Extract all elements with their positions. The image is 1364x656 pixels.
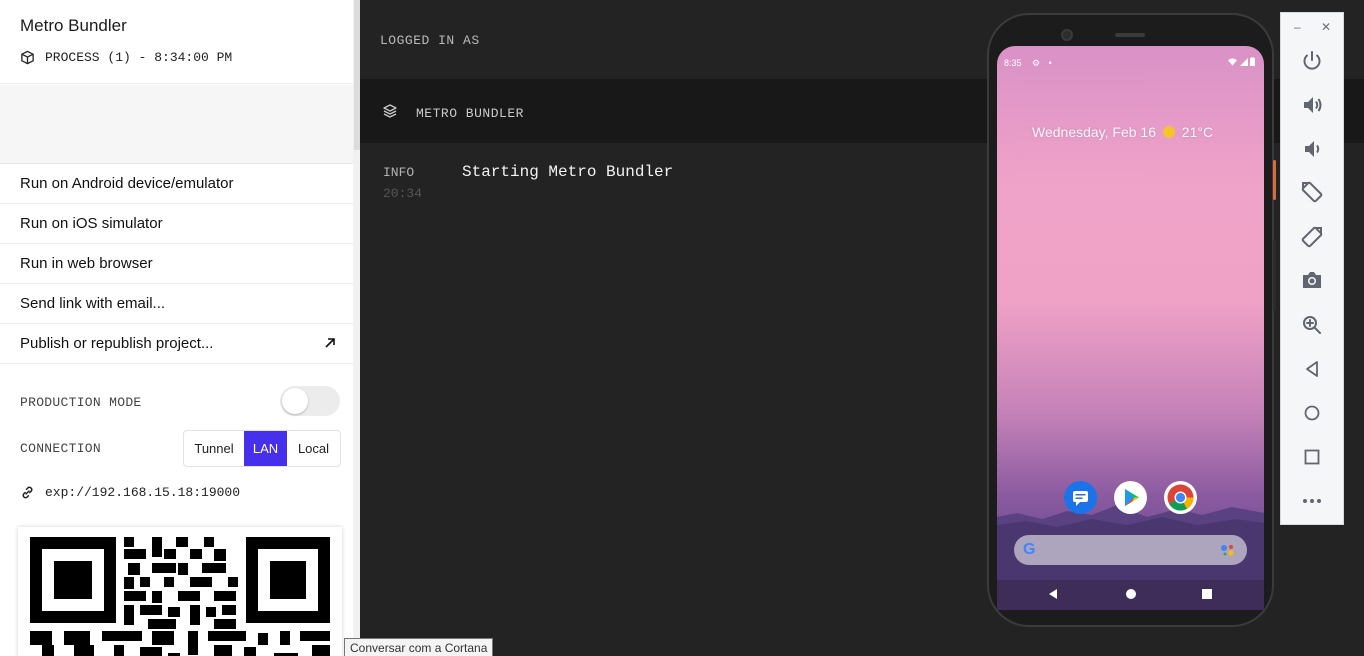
production-mode-label: PRODUCTION MODE bbox=[20, 395, 142, 410]
project-title: Metro Bundler bbox=[20, 16, 127, 35]
sun-cloud-icon bbox=[1162, 126, 1175, 138]
message-bubble-glyph bbox=[1073, 491, 1088, 506]
connection-tunnel-button[interactable]: Tunnel bbox=[184, 431, 244, 466]
nav-overview-icon[interactable] bbox=[1201, 588, 1213, 600]
camera-icon[interactable] bbox=[1300, 268, 1324, 292]
project-url[interactable]: exp://192.168.15.18:19000 bbox=[20, 485, 240, 500]
google-g-icon: G bbox=[1023, 541, 1036, 558]
volume-down-icon[interactable] bbox=[1300, 137, 1324, 161]
play-triangle-glyph bbox=[1125, 489, 1139, 506]
connection-local-button[interactable]: Local bbox=[287, 431, 340, 466]
rotate-left-icon[interactable] bbox=[1300, 180, 1324, 204]
settings-status-icon: ⚙ bbox=[1032, 58, 1041, 68]
status-bar-left: 8:35 ⚙ • bbox=[1004, 58, 1052, 69]
dot-status-icon: • bbox=[1048, 58, 1052, 68]
date-weather-widget[interactable]: Wednesday, Feb 16 21°C bbox=[1032, 124, 1213, 140]
connection-selector: Tunnel LAN Local bbox=[183, 430, 341, 467]
log-message: Starting Metro Bundler bbox=[462, 163, 674, 181]
run-ios-label: Run on iOS simulator bbox=[20, 215, 163, 232]
zoom-icon[interactable] bbox=[1300, 313, 1324, 337]
connection-label: CONNECTION bbox=[20, 441, 102, 456]
nav-home-icon[interactable] bbox=[1125, 588, 1137, 600]
connection-lan-button[interactable]: LAN bbox=[244, 431, 287, 466]
close-icon[interactable]: ✕ bbox=[1321, 20, 1331, 34]
layers-icon bbox=[383, 104, 397, 118]
phone-volume-keys[interactable] bbox=[1273, 240, 1276, 310]
wifi-icon bbox=[1228, 58, 1237, 66]
process-info: PROCESS (1) - 8:34:00 PM bbox=[20, 50, 232, 65]
signal-icon bbox=[1239, 58, 1248, 66]
run-web-button[interactable]: Run in web browser bbox=[0, 244, 360, 284]
send-link-button[interactable]: Send link with email... bbox=[0, 284, 360, 324]
publish-label: Publish or republish project... bbox=[20, 335, 214, 352]
more-icon[interactable] bbox=[1300, 489, 1324, 513]
external-arrow-icon bbox=[325, 338, 335, 348]
front-camera bbox=[1061, 29, 1073, 41]
send-link-label: Send link with email... bbox=[20, 295, 166, 312]
production-mode-toggle[interactable] bbox=[280, 386, 340, 416]
temperature-text: 21°C bbox=[1181, 124, 1214, 140]
back-icon[interactable] bbox=[1300, 357, 1324, 381]
qr-code-card bbox=[18, 527, 342, 656]
sidebar-header: Metro Bundler PROCESS (1) - 8:34:00 PM bbox=[0, 0, 353, 84]
volume-up-icon[interactable] bbox=[1300, 93, 1324, 117]
device-list-area bbox=[0, 85, 353, 164]
messages-icon[interactable] bbox=[1064, 481, 1097, 514]
link-icon bbox=[22, 486, 33, 499]
toggle-knob bbox=[282, 388, 308, 414]
run-web-label: Run in web browser bbox=[20, 255, 153, 272]
process-text: PROCESS (1) - 8:34:00 PM bbox=[45, 50, 233, 65]
rotate-right-icon[interactable] bbox=[1300, 225, 1324, 249]
run-ios-button[interactable]: Run on iOS simulator bbox=[0, 204, 360, 244]
overview-icon[interactable] bbox=[1300, 445, 1324, 469]
publish-button[interactable]: Publish or republish project... bbox=[0, 324, 360, 364]
log-timestamp: 20:34 bbox=[383, 186, 423, 201]
power-icon[interactable] bbox=[1300, 49, 1324, 73]
assistant-icon bbox=[1221, 545, 1234, 556]
play-store-icon[interactable] bbox=[1114, 481, 1147, 514]
log-level: INFO bbox=[383, 165, 415, 180]
nav-back-icon[interactable] bbox=[1047, 588, 1059, 600]
run-android-button[interactable]: Run on Android device/emulator bbox=[0, 164, 360, 204]
chrome-icon[interactable] bbox=[1164, 481, 1197, 514]
google-search-bar[interactable]: G bbox=[1014, 535, 1247, 565]
status-time: 8:35 bbox=[1004, 58, 1022, 68]
date-text: Wednesday, Feb 16 bbox=[1032, 124, 1160, 140]
log-section-title: METRO BUNDLER bbox=[416, 106, 524, 121]
earpiece-speaker bbox=[1115, 33, 1145, 37]
qr-code bbox=[30, 537, 330, 656]
battery-icon bbox=[1250, 57, 1256, 66]
logged-in-label: LOGGED IN AS bbox=[380, 33, 480, 48]
minimize-icon[interactable]: – bbox=[1294, 20, 1301, 34]
home-icon[interactable] bbox=[1300, 401, 1324, 425]
cortana-tooltip: Conversar com a Cortana bbox=[344, 638, 494, 656]
sidebar: Metro Bundler PROCESS (1) - 8:34:00 PM R… bbox=[0, 0, 360, 656]
url-text: exp://192.168.15.18:19000 bbox=[45, 485, 241, 500]
run-android-label: Run on Android device/emulator bbox=[20, 175, 234, 192]
actions-menu: Run on Android device/emulator Run on iO… bbox=[0, 164, 360, 364]
chrome-glyph bbox=[1167, 484, 1194, 511]
cube-icon bbox=[21, 50, 34, 65]
status-bar-right bbox=[1228, 57, 1256, 68]
phone-power-key[interactable] bbox=[1273, 160, 1276, 200]
